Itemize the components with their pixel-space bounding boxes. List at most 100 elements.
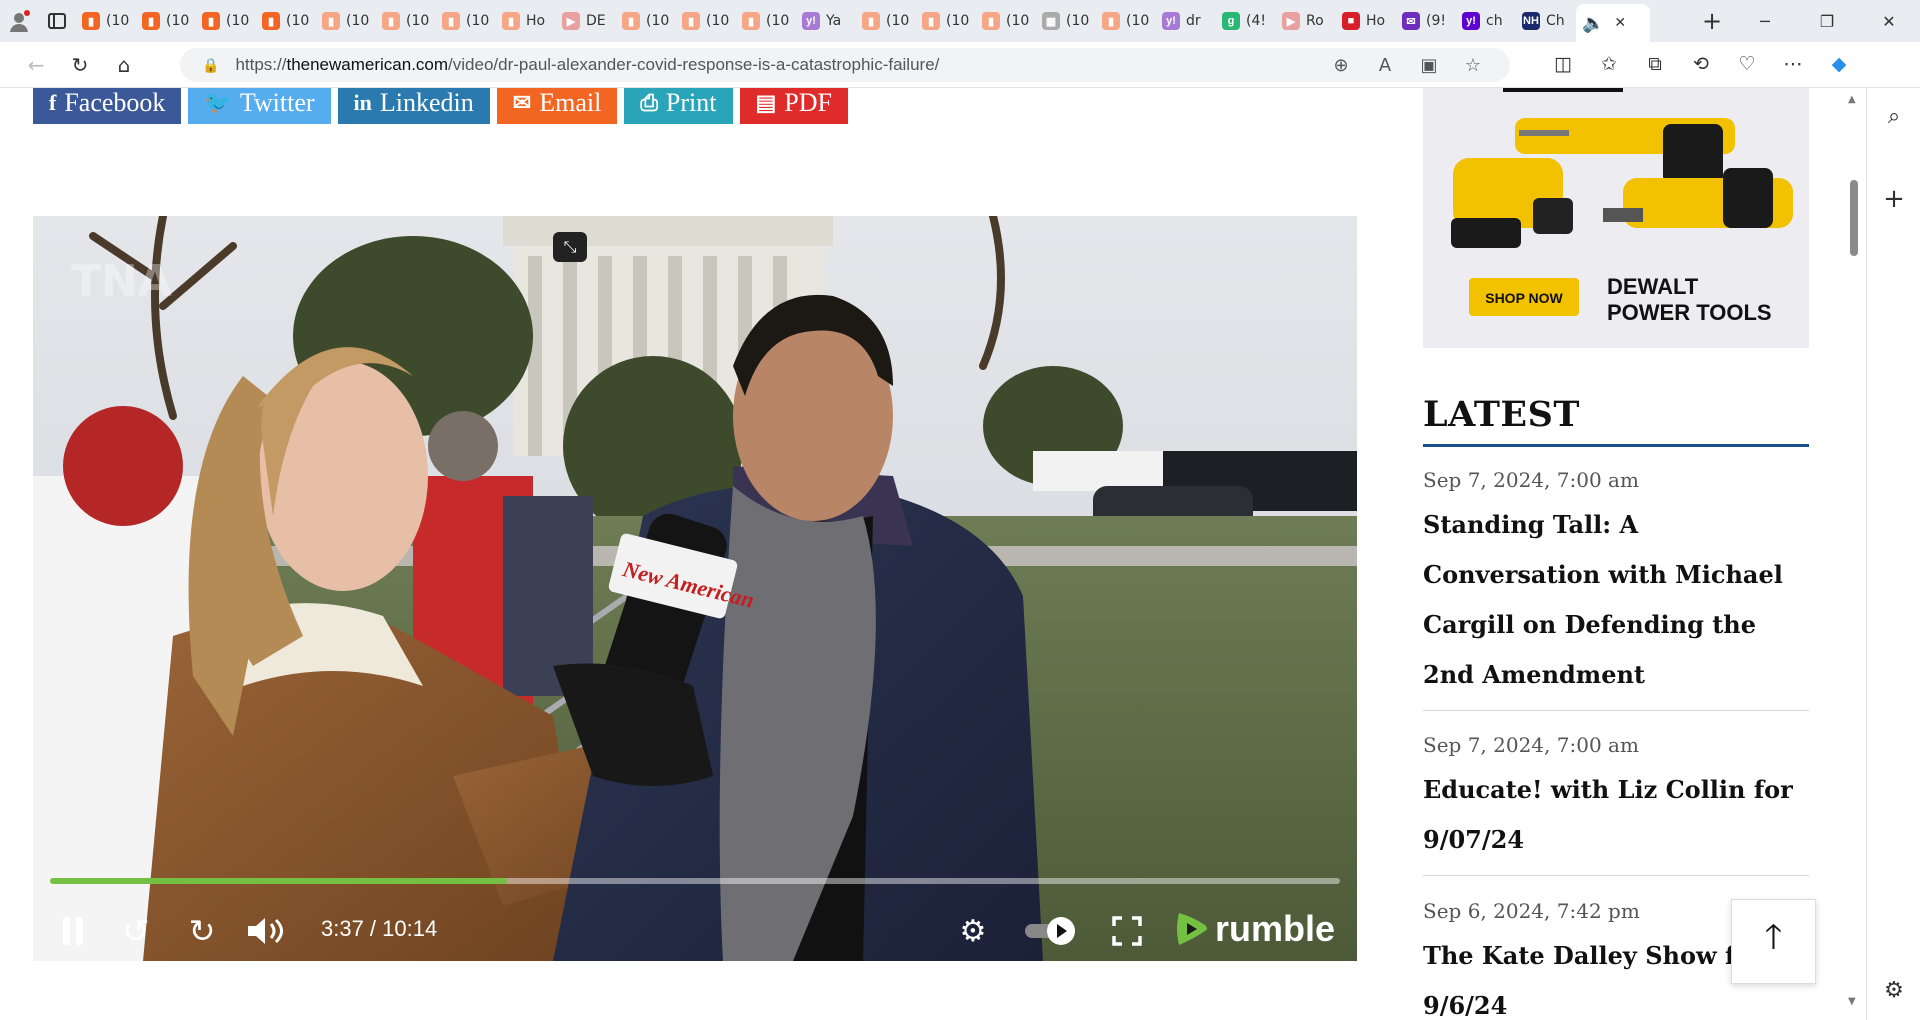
- refresh-button[interactable]: ↻: [58, 45, 102, 85]
- browser-tab[interactable]: ▮ (10: [256, 5, 316, 37]
- browser-tab-label: dr: [1186, 13, 1201, 29]
- facebook-share-button[interactable]: f Facebook: [33, 88, 182, 124]
- profile-avatar-icon[interactable]: [0, 0, 38, 42]
- scroll-down-arrow-icon[interactable]: ▼: [1848, 996, 1856, 1007]
- browser-tab[interactable]: ▶ DE: [556, 5, 616, 37]
- rss-icon: ▮: [82, 12, 100, 30]
- browser-tab[interactable]: ▮ (10: [376, 5, 436, 37]
- browser-tab[interactable]: ▮ (10: [136, 5, 196, 37]
- share-label: Email: [539, 88, 602, 117]
- immersive-reader-icon[interactable]: ▣: [1413, 48, 1445, 82]
- video-frame: New American TNA: [33, 216, 1357, 961]
- browser-tab[interactable]: g (4!: [1216, 5, 1276, 37]
- browser-tab[interactable]: ▮ (10: [436, 5, 496, 37]
- rumble-logo[interactable]: rumble: [1175, 908, 1335, 950]
- browser-tab[interactable]: ▮ (10: [1096, 5, 1156, 37]
- restore-button[interactable]: ❐: [1796, 0, 1858, 42]
- browser-tab-label: (10: [106, 13, 130, 29]
- ad-cta[interactable]: SHOP NOW: [1485, 290, 1563, 306]
- address-bar[interactable]: 🔒 https://thenewamerican.com/video/dr-pa…: [180, 48, 1510, 82]
- browser-tab[interactable]: ▶ Ro: [1276, 5, 1336, 37]
- browser-tab[interactable]: y! ch: [1456, 5, 1516, 37]
- tab-actions-icon[interactable]: [38, 0, 76, 42]
- page-scrollbar[interactable]: ▲ ▼: [1842, 88, 1866, 1020]
- share-label: Linkedin: [379, 88, 474, 117]
- video-player[interactable]: New American TNA ⤡ ↺ ↻ 3:37 / 10:14 ⚙ ru…: [33, 216, 1357, 961]
- collections-icon[interactable]: ⧉: [1632, 44, 1678, 84]
- read-aloud-icon[interactable]: A: [1369, 48, 1401, 82]
- scroll-up-arrow-icon[interactable]: ▲: [1848, 94, 1856, 105]
- volume-icon[interactable]: [243, 906, 289, 956]
- ad-headline-2: POWER TOOLS: [1607, 300, 1772, 325]
- pdf-share-button[interactable]: ▤ PDF: [739, 88, 848, 124]
- browser-tab[interactable]: y! Ya: [796, 5, 856, 37]
- print-share-button[interactable]: ⎙ Print: [624, 88, 733, 124]
- browser-tab[interactable]: ✉ (9!: [1396, 5, 1456, 37]
- back-button[interactable]: ←: [14, 45, 58, 85]
- share-bar: f Facebook 🐦 Twitter in Linkedin ✉ Email ⎙ Print ▤…: [33, 88, 848, 124]
- browser-tab[interactable]: ▮ (10: [736, 5, 796, 37]
- pause-icon[interactable]: [53, 906, 93, 956]
- rss-icon: ▮: [142, 12, 160, 30]
- latest-heading: LATEST: [1423, 394, 1580, 435]
- search-icon[interactable]: ⌕: [1867, 104, 1920, 129]
- history-icon[interactable]: ⟲: [1678, 44, 1724, 84]
- browser-tab[interactable]: ▮ (10: [916, 5, 976, 37]
- zoom-icon[interactable]: ⊕: [1325, 48, 1357, 82]
- post-title[interactable]: Educate! with Liz Collin for 9/07/24: [1423, 765, 1809, 865]
- autoplay-toggle[interactable]: [1023, 906, 1079, 956]
- copilot-icon[interactable]: ◆: [1816, 44, 1862, 84]
- mail-icon: ✉: [1402, 12, 1420, 30]
- browser-tab[interactable]: ▮ Ho: [496, 5, 556, 37]
- post-title[interactable]: Standing Tall: A Conversation with Micha…: [1423, 500, 1809, 700]
- video-progress-bar[interactable]: [50, 878, 1340, 884]
- rss-icon: ▮: [742, 12, 760, 30]
- performance-icon[interactable]: ♡: [1724, 44, 1770, 84]
- add-sidebar-app-icon[interactable]: +: [1867, 184, 1920, 214]
- favorite-star-icon[interactable]: ☆: [1457, 48, 1489, 82]
- home-button[interactable]: ⌂: [102, 45, 146, 85]
- browser-tab[interactable]: ▮ (10: [976, 5, 1036, 37]
- close-window-button[interactable]: ✕: [1858, 0, 1920, 42]
- browser-tab-label: (10: [1126, 13, 1150, 29]
- browser-tab[interactable]: y! dr: [1156, 5, 1216, 37]
- collapse-icon[interactable]: ⤡: [553, 232, 587, 262]
- email-share-button[interactable]: ✉ Email: [496, 88, 618, 124]
- tab-strip: ▮ (10 ▮ (10 ▮ (10 ▮ (10 ▮ (10 ▮ (10 ▮ (10 ▮ Ho ▶ DE ▮ (10 ▮ (…: [76, 0, 1690, 42]
- scrollbar-thumb[interactable]: [1850, 180, 1858, 256]
- more-menu-icon[interactable]: ⋯: [1770, 44, 1816, 84]
- rewind-icon[interactable]: ↺: [116, 906, 156, 956]
- minimize-button[interactable]: ─: [1734, 0, 1796, 42]
- browser-tab[interactable]: ■ Ho: [1336, 5, 1396, 37]
- speaker-icon[interactable]: 🔈: [1582, 13, 1604, 34]
- latest-post[interactable]: Sep 7, 2024, 7:00 am Educate! with Liz C…: [1423, 733, 1809, 876]
- browser-tab[interactable]: ▮ (10: [316, 5, 376, 37]
- dewalt-ad[interactable]: SHOP NOW DEWALT POWER TOOLS: [1423, 88, 1809, 348]
- browser-tab[interactable]: ▦ (10: [1036, 5, 1096, 37]
- active-browser-tab[interactable]: 🔈 ✕: [1576, 4, 1650, 42]
- forward-icon[interactable]: ↻: [182, 906, 222, 956]
- browser-tab[interactable]: ▮ (10: [196, 5, 256, 37]
- video-controls: ↺ ↻ 3:37 / 10:14 ⚙ rumble: [33, 906, 1357, 961]
- browser-tab[interactable]: ▮ (10: [616, 5, 676, 37]
- sidebar-settings-icon[interactable]: ⚙: [1867, 978, 1920, 1003]
- new-tab-button[interactable]: +: [1690, 0, 1734, 42]
- scroll-to-top-button[interactable]: 🡑: [1731, 899, 1816, 984]
- rumble-logo-text: rumble: [1215, 908, 1336, 949]
- yahoo-icon: y!: [802, 12, 820, 30]
- browser-tab[interactable]: ▮ (10: [856, 5, 916, 37]
- split-screen-icon[interactable]: ◫: [1540, 44, 1586, 84]
- lock-icon[interactable]: 🔒: [202, 57, 219, 74]
- favorites-icon[interactable]: ✩: [1586, 44, 1632, 84]
- latest-post[interactable]: Sep 7, 2024, 7:00 am Standing Tall: A Co…: [1423, 468, 1809, 711]
- browser-tab[interactable]: ▮ (10: [76, 5, 136, 37]
- browser-tab[interactable]: ▮ (10: [676, 5, 736, 37]
- rss-icon: ▮: [1102, 12, 1120, 30]
- fullscreen-icon[interactable]: [1107, 906, 1147, 956]
- linkedin-share-button[interactable]: in Linkedin: [337, 88, 490, 124]
- browser-tab[interactable]: NH Ch: [1516, 5, 1576, 37]
- twitter-share-button[interactable]: 🐦 Twitter: [188, 88, 331, 124]
- settings-icon[interactable]: ⚙: [953, 906, 993, 956]
- browser-tab-bar: ▮ (10 ▮ (10 ▮ (10 ▮ (10 ▮ (10 ▮ (10 ▮ (10 ▮ Ho ▶ DE ▮ (10 ▮ (…: [0, 0, 1920, 42]
- close-tab-icon[interactable]: ✕: [1614, 15, 1626, 31]
